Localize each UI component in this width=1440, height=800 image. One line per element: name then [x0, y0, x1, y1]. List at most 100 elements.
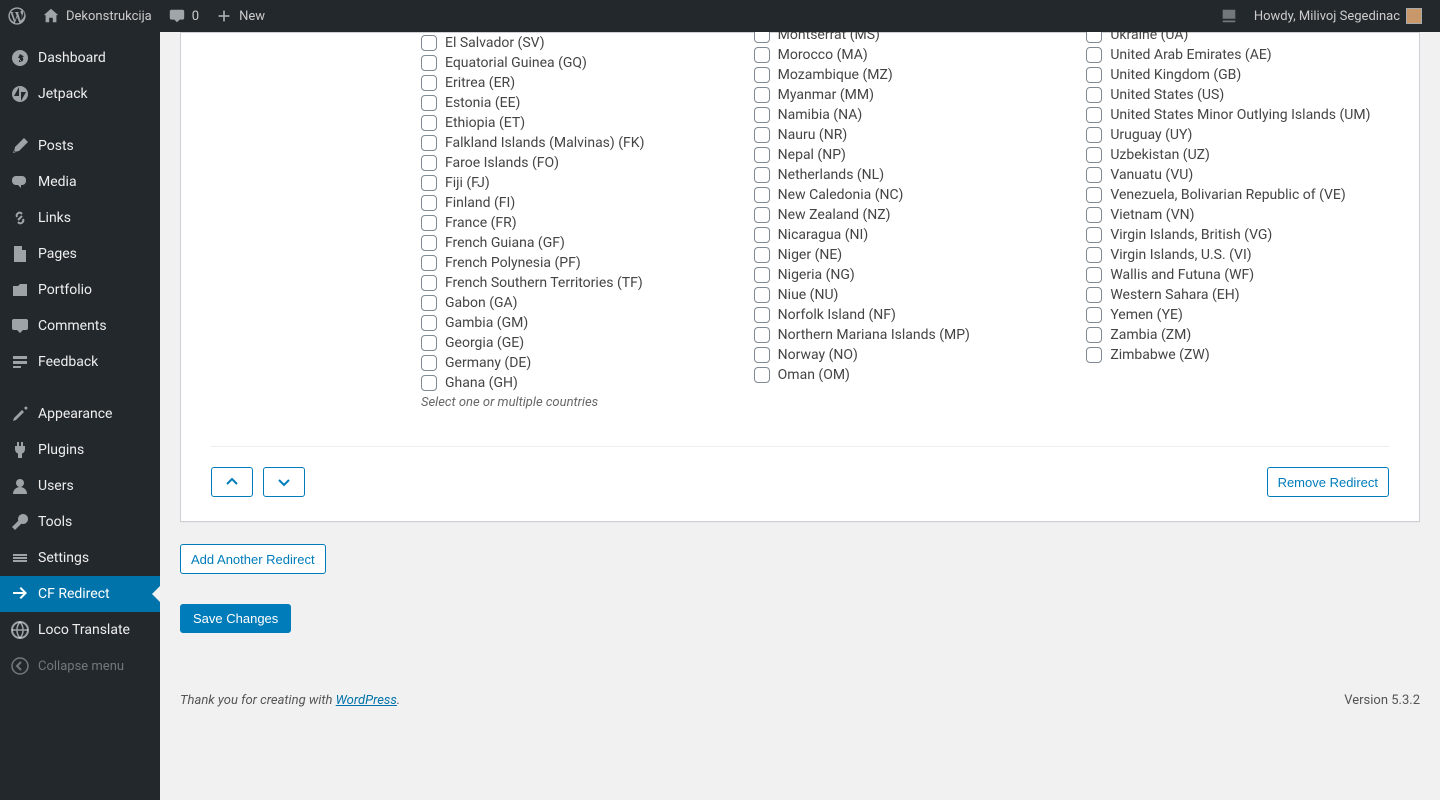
country-checkbox[interactable]	[1086, 87, 1102, 103]
country-checkbox[interactable]	[421, 295, 437, 311]
country-checkbox-row[interactable]: Equatorial Guinea (GQ)	[421, 53, 714, 73]
remove-redirect-button[interactable]: Remove Redirect	[1267, 467, 1389, 497]
sidebar-item-settings[interactable]: Settings	[0, 540, 160, 576]
country-checkbox[interactable]	[754, 207, 770, 223]
move-up-button[interactable]	[211, 467, 253, 497]
country-checkbox-row[interactable]: Gabon (GA)	[421, 293, 714, 313]
country-checkbox[interactable]	[421, 55, 437, 71]
country-checkbox[interactable]	[1086, 67, 1102, 83]
country-checkbox-row[interactable]: Niue (NU)	[754, 285, 1047, 305]
country-checkbox[interactable]	[754, 267, 770, 283]
country-checkbox-row[interactable]: Myanmar (MM)	[754, 85, 1047, 105]
country-checkbox-row[interactable]: Ghana (GH)	[421, 373, 714, 393]
country-checkbox[interactable]	[421, 375, 437, 391]
inbox-link[interactable]	[1212, 0, 1246, 32]
country-checkbox-row[interactable]: Virgin Islands, U.S. (VI)	[1086, 245, 1379, 265]
country-checkbox-row[interactable]: New Caledonia (NC)	[754, 185, 1047, 205]
sidebar-item-feedback[interactable]: Feedback	[0, 344, 160, 380]
sidebar-item-users[interactable]: Users	[0, 468, 160, 504]
country-checkbox[interactable]	[421, 195, 437, 211]
country-checkbox-row[interactable]: Fiji (FJ)	[421, 173, 714, 193]
country-checkbox-row[interactable]: Nicaragua (NI)	[754, 225, 1047, 245]
country-checkbox[interactable]	[421, 255, 437, 271]
country-checkbox[interactable]	[1086, 327, 1102, 343]
country-checkbox-row[interactable]: Ethiopia (ET)	[421, 113, 714, 133]
country-checkbox-row[interactable]: Falkland Islands (Malvinas) (FK)	[421, 133, 714, 153]
sidebar-item-posts[interactable]: Posts	[0, 128, 160, 164]
sidebar-item-loco[interactable]: Loco Translate	[0, 612, 160, 648]
country-checkbox[interactable]	[754, 107, 770, 123]
country-checkbox-row[interactable]: United Kingdom (GB)	[1086, 65, 1379, 85]
sidebar-item-portfolio[interactable]: Portfolio	[0, 272, 160, 308]
country-checkbox[interactable]	[421, 215, 437, 231]
country-checkbox-row[interactable]: Wallis and Futuna (WF)	[1086, 265, 1379, 285]
country-checkbox-row[interactable]: Vanuatu (VU)	[1086, 165, 1379, 185]
country-checkbox-row[interactable]: Niger (NE)	[754, 245, 1047, 265]
country-checkbox-row[interactable]: Finland (FI)	[421, 193, 714, 213]
country-checkbox-row[interactable]: Uruguay (UY)	[1086, 125, 1379, 145]
country-checkbox-row[interactable]: Venezuela, Bolivarian Republic of (VE)	[1086, 185, 1379, 205]
country-checkbox-row[interactable]: United States (US)	[1086, 85, 1379, 105]
country-checkbox[interactable]	[1086, 247, 1102, 263]
country-checkbox[interactable]	[421, 175, 437, 191]
country-checkbox[interactable]	[1086, 107, 1102, 123]
sidebar-item-links[interactable]: Links	[0, 200, 160, 236]
country-checkbox[interactable]	[1086, 47, 1102, 63]
country-checkbox-row[interactable]: United Arab Emirates (AE)	[1086, 45, 1379, 65]
wp-logo[interactable]	[0, 0, 34, 32]
country-checkbox-row[interactable]: Vietnam (VN)	[1086, 205, 1379, 225]
country-checkbox-row[interactable]: French Polynesia (PF)	[421, 253, 714, 273]
sidebar-item-collapse[interactable]: Collapse menu	[0, 648, 160, 684]
sidebar-item-jetpack[interactable]: Jetpack	[0, 76, 160, 112]
sidebar-item-comments[interactable]: Comments	[0, 308, 160, 344]
sidebar-item-media[interactable]: Media	[0, 164, 160, 200]
country-checkbox-row[interactable]: French Southern Territories (TF)	[421, 273, 714, 293]
country-checkbox[interactable]	[421, 95, 437, 111]
country-checkbox-row[interactable]: Netherlands (NL)	[754, 165, 1047, 185]
country-checkbox[interactable]	[754, 307, 770, 323]
country-checkbox[interactable]	[754, 127, 770, 143]
account-link[interactable]: Howdy, Milivoj Segedinac	[1246, 0, 1430, 32]
country-checkbox[interactable]	[421, 115, 437, 131]
country-checkbox-row[interactable]: Namibia (NA)	[754, 105, 1047, 125]
country-checkbox-row[interactable]: Nauru (NR)	[754, 125, 1047, 145]
country-checkbox-row[interactable]: Zimbabwe (ZW)	[1086, 345, 1379, 365]
country-checkbox-row[interactable]: Georgia (GE)	[421, 333, 714, 353]
country-checkbox[interactable]	[754, 287, 770, 303]
country-checkbox-row[interactable]: Eritrea (ER)	[421, 73, 714, 93]
country-checkbox-row[interactable]: Zambia (ZM)	[1086, 325, 1379, 345]
country-checkbox[interactable]	[1086, 347, 1102, 363]
wordpress-link[interactable]: WordPress	[336, 693, 397, 708]
country-checkbox[interactable]	[421, 335, 437, 351]
country-checkbox[interactable]	[1086, 147, 1102, 163]
country-checkbox-row[interactable]: United States Minor Outlying Islands (UM…	[1086, 105, 1379, 125]
country-checkbox[interactable]	[421, 35, 437, 51]
country-checkbox[interactable]	[754, 147, 770, 163]
country-checkbox-row[interactable]: Northern Mariana Islands (MP)	[754, 325, 1047, 345]
country-checkbox-row[interactable]: Nigeria (NG)	[754, 265, 1047, 285]
add-another-redirect-button[interactable]: Add Another Redirect	[180, 544, 326, 574]
country-checkbox[interactable]	[1086, 227, 1102, 243]
comments-link[interactable]: 0	[160, 0, 207, 32]
country-checkbox[interactable]	[421, 275, 437, 291]
country-checkbox-row[interactable]: Oman (OM)	[754, 365, 1047, 385]
country-checkbox[interactable]	[754, 167, 770, 183]
move-down-button[interactable]	[263, 467, 305, 497]
country-checkbox[interactable]	[1086, 167, 1102, 183]
country-checkbox[interactable]	[421, 315, 437, 331]
country-checkbox[interactable]	[421, 355, 437, 371]
country-checkbox-row[interactable]: Norway (NO)	[754, 345, 1047, 365]
country-checkbox[interactable]	[421, 135, 437, 151]
save-changes-button[interactable]: Save Changes	[180, 604, 291, 633]
country-checkbox-row[interactable]: New Zealand (NZ)	[754, 205, 1047, 225]
country-checkbox[interactable]	[754, 187, 770, 203]
country-checkbox[interactable]	[421, 155, 437, 171]
country-checkbox-row[interactable]: El Salvador (SV)	[421, 33, 714, 53]
country-checkbox-row[interactable]: Estonia (EE)	[421, 93, 714, 113]
country-checkbox-row[interactable]: Virgin Islands, British (VG)	[1086, 225, 1379, 245]
country-checkbox-row[interactable]: France (FR)	[421, 213, 714, 233]
sidebar-item-tools[interactable]: Tools	[0, 504, 160, 540]
country-checkbox[interactable]	[421, 75, 437, 91]
country-checkbox-row[interactable]: Yemen (YE)	[1086, 305, 1379, 325]
country-checkbox-row[interactable]: Gambia (GM)	[421, 313, 714, 333]
